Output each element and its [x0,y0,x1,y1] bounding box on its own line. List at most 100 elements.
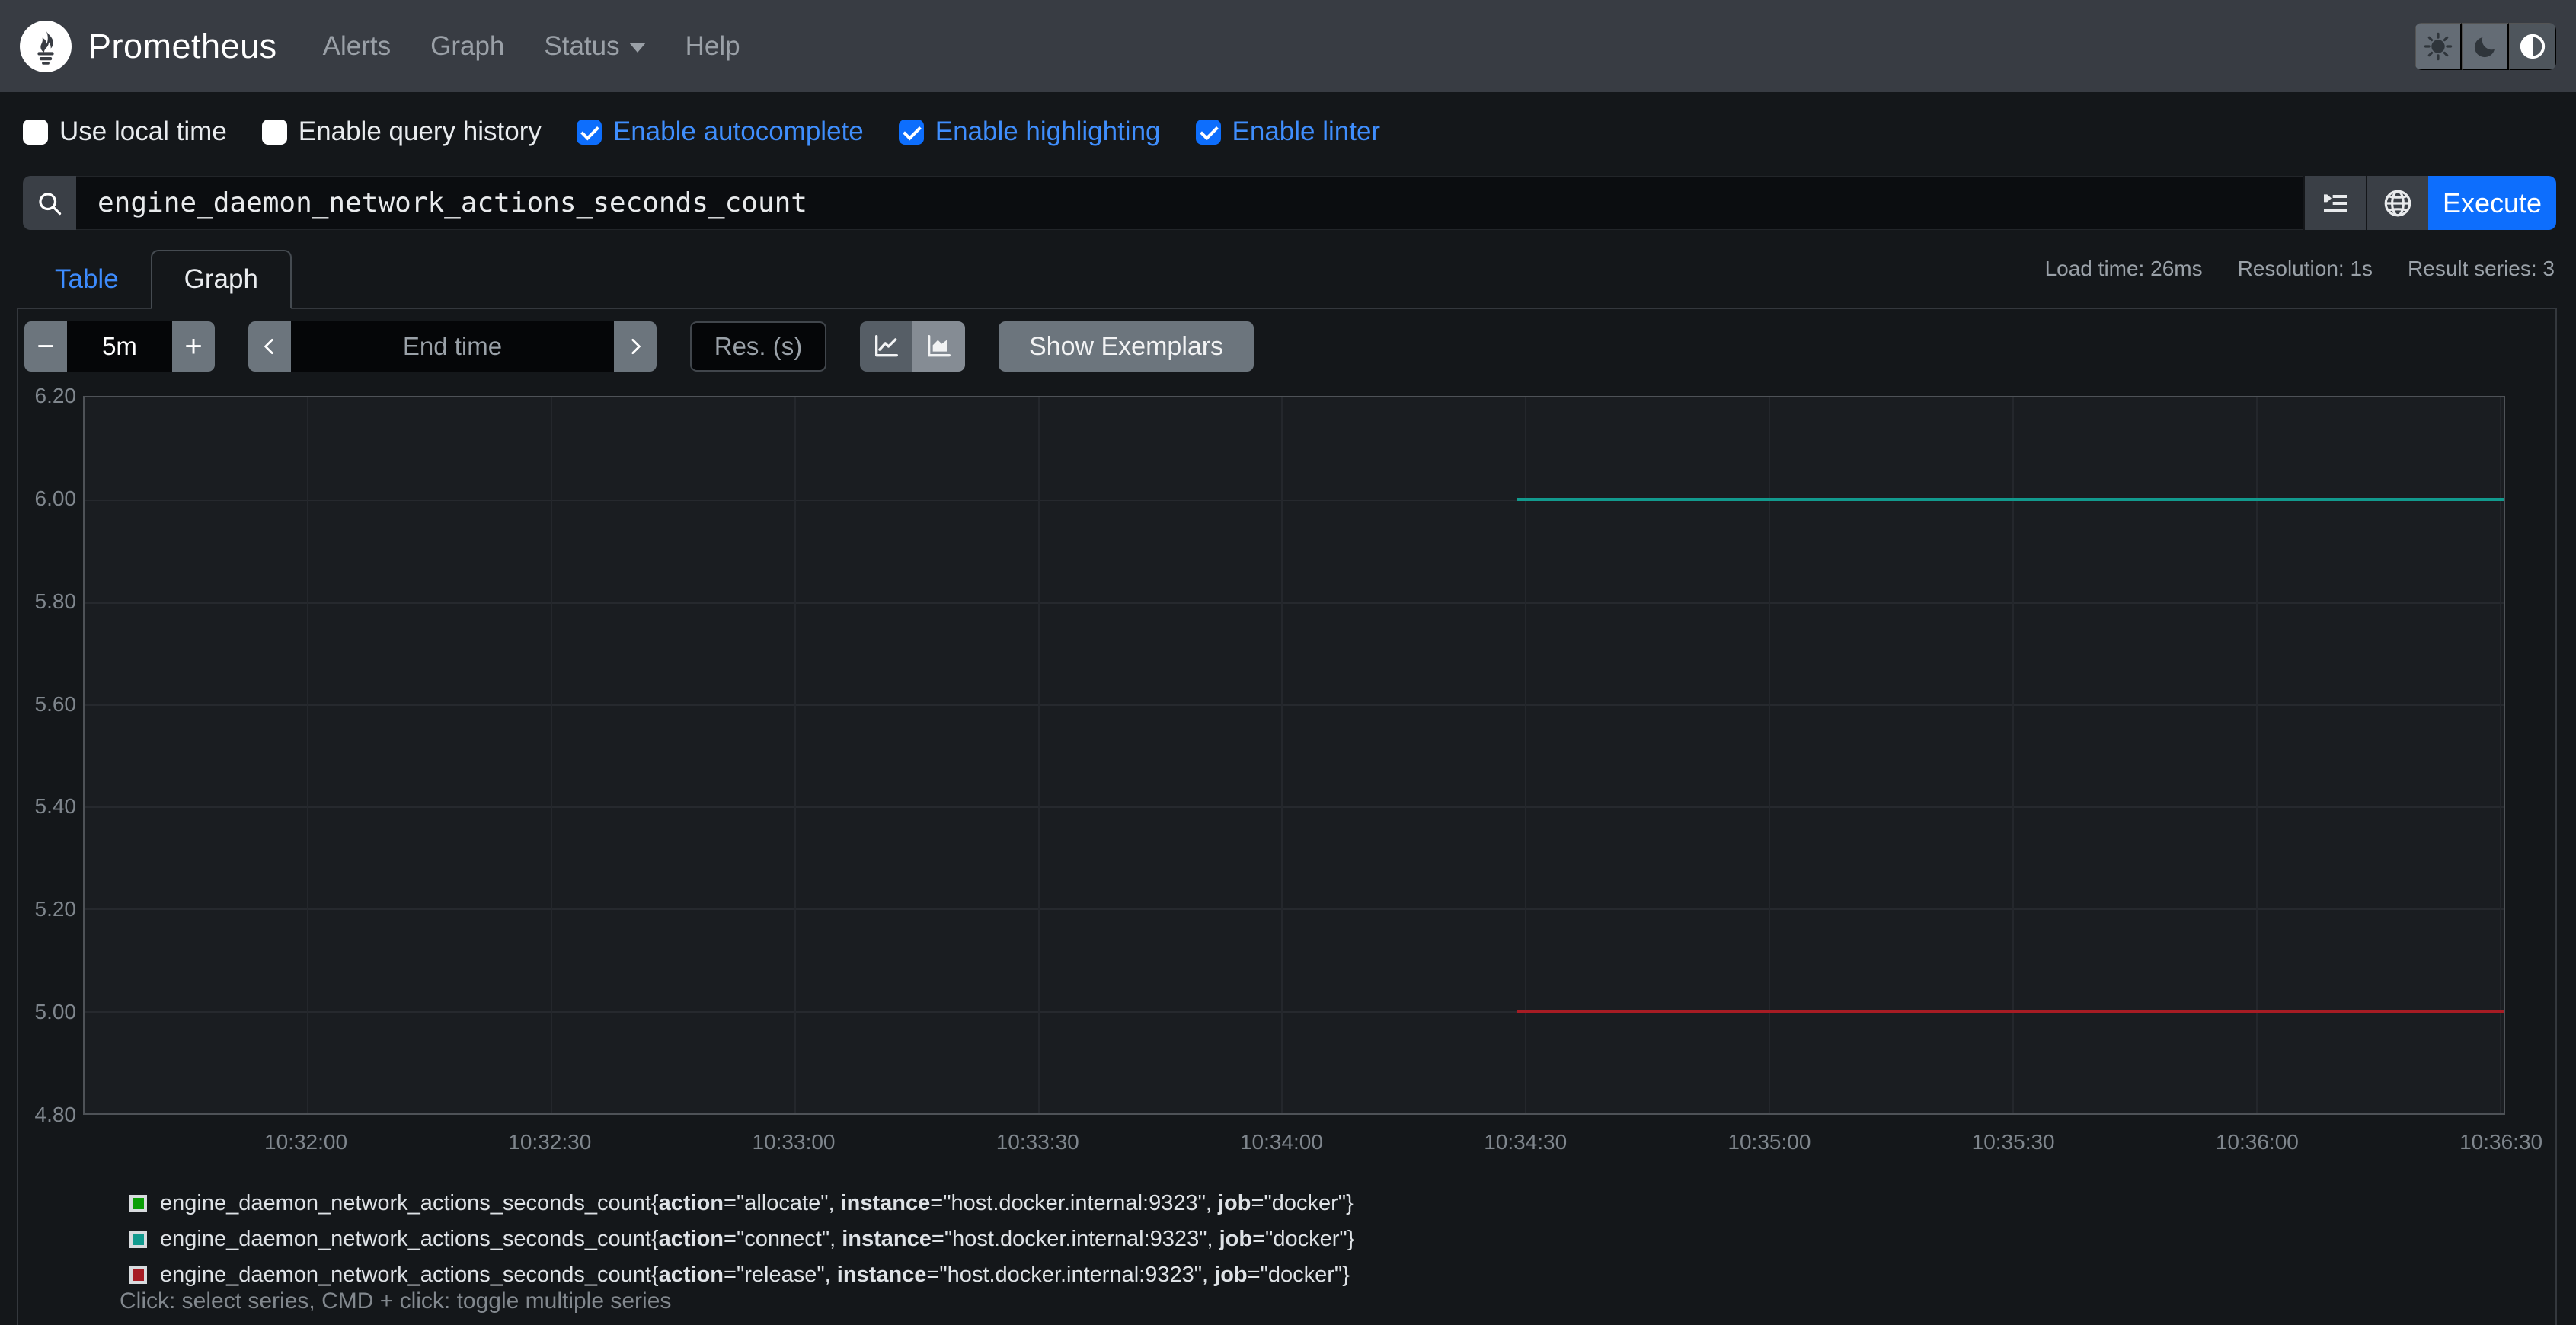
resolution-input[interactable] [690,321,826,372]
theme-toggle-group [2415,22,2556,70]
x-tick-label: 10:34:00 [1239,1130,1323,1154]
range-increase-button[interactable]: + [172,321,215,372]
metrics-explorer-button[interactable] [2303,176,2366,230]
legend-item-release[interactable]: engine_daemon_network_actions_seconds_co… [129,1263,1354,1288]
grid-line-vertical [794,398,796,1113]
chart-plot-area[interactable] [83,396,2505,1115]
globe-icon [2384,190,2411,216]
checkbox-icon [1195,119,1221,145]
load-time: Load time: 26ms [2044,257,2203,280]
range-input[interactable] [67,321,172,372]
checkbox-icon [23,119,48,145]
checkbox-enable-query-history[interactable]: Enable query history [261,117,542,147]
line-chart-icon [874,335,898,357]
range-control: − + [24,321,215,372]
y-tick-label: 4.80 [34,1103,77,1126]
checkbox-enable-autocomplete[interactable]: Enable autocomplete [576,117,864,147]
query-bar: Execute [23,176,2556,230]
app-title: Prometheus [88,26,277,65]
grid-line-horizontal [85,602,2504,604]
y-tick-label: 5.20 [34,897,77,921]
resolution: Resolution: 1s [2237,257,2373,280]
prometheus-logo-icon[interactable] [20,20,72,72]
stacked-chart-button[interactable] [912,321,965,372]
light-theme-button[interactable] [2415,22,2462,70]
x-tick-label: 10:33:00 [752,1130,836,1154]
legend-hint: Click: select series, CMD + click: toggl… [120,1288,672,1314]
legend-item-connect[interactable]: engine_daemon_network_actions_seconds_co… [129,1227,1354,1252]
chevron-left-icon [264,338,273,355]
grid-line-vertical [1769,398,1771,1113]
x-tick-label: 10:32:00 [264,1130,348,1154]
y-tick-label: 5.00 [34,1000,77,1024]
stacked-chart-icon [927,335,951,357]
grid-line-vertical [2499,398,2501,1113]
endtime-control [248,321,657,372]
query-input[interactable] [76,176,2303,230]
x-tick-label: 10:32:30 [508,1130,592,1154]
navbar: Prometheus Alerts Graph Status Help [0,0,2576,92]
graph-panel: − + [17,308,2557,1325]
query-stats: Load time: 26ms Resolution: 1s Result se… [2045,257,2555,281]
nav-links: Alerts Graph Status Help [323,31,740,62]
grid-line-vertical [1281,398,1283,1113]
nav-item-status[interactable]: Status [544,31,646,62]
local-time-globe-button[interactable] [2366,176,2428,230]
y-tick-label: 5.40 [34,794,77,819]
y-tick-label: 5.80 [34,589,77,613]
checkbox-icon [576,119,602,145]
grid-line-vertical [1525,398,1527,1113]
series-line-connect [1517,498,2504,502]
y-tick-label: 6.20 [34,384,77,407]
nav-item-alerts[interactable]: Alerts [323,31,391,62]
moon-icon [2474,37,2495,57]
legend-item-allocate[interactable]: engine_daemon_network_actions_seconds_co… [129,1191,1354,1216]
sun-icon [2424,32,2453,60]
legend-swatch-icon [129,1231,147,1248]
x-tick-label: 10:33:30 [996,1130,1079,1154]
result-tabs: Table Graph [23,250,292,309]
grid-line-horizontal [85,704,2504,706]
x-tick-label: 10:35:00 [1727,1130,1811,1154]
checkbox-enable-linter[interactable]: Enable linter [1195,117,1380,147]
y-tick-label: 5.60 [34,691,77,716]
x-tick-label: 10:36:00 [2215,1130,2299,1154]
grid-line-horizontal [85,806,2504,809]
tab-table[interactable]: Table [23,250,151,309]
grid-line-vertical [2012,398,2014,1113]
show-exemplars-button[interactable]: Show Exemplars [999,321,1254,372]
chevron-down-icon [628,43,646,53]
half-circle-icon [2520,34,2546,59]
nav-item-graph[interactable]: Graph [430,31,504,62]
legend-series-label: engine_daemon_network_actions_seconds_co… [160,1263,1350,1287]
y-tick-label: 6.00 [34,486,77,510]
checkbox-icon [261,119,287,145]
search-icon [39,192,62,215]
result-series: Result series: 3 [2408,257,2555,280]
time-back-button[interactable] [248,321,291,372]
metrics-explorer-icon [2324,193,2347,212]
legend-series-label: engine_daemon_network_actions_seconds_co… [160,1191,1354,1215]
checkbox-enable-highlighting[interactable]: Enable highlighting [898,117,1161,147]
time-forward-button[interactable] [614,321,657,372]
x-tick-label: 10:35:30 [1971,1130,2055,1154]
execute-button[interactable]: Execute [2428,176,2556,230]
grid-line-vertical [307,398,309,1113]
end-time-input[interactable] [291,321,614,372]
line-chart-button[interactable] [860,321,912,372]
grid-line-vertical [551,398,552,1113]
grid-line-vertical [2255,398,2258,1113]
chart-type-toggle [860,321,965,372]
checkbox-use-local-time[interactable]: Use local time [23,117,227,147]
range-decrease-button[interactable]: − [24,321,67,372]
x-tick-label: 10:34:30 [1484,1130,1568,1154]
tab-graph[interactable]: Graph [150,250,292,309]
chart-legend: engine_daemon_network_actions_seconds_co… [129,1191,1354,1298]
auto-theme-button[interactable] [2509,22,2556,70]
nav-item-help[interactable]: Help [686,31,740,62]
legend-swatch-icon [129,1195,147,1212]
x-tick-label: 10:36:30 [2459,1130,2543,1154]
dark-theme-button[interactable] [2462,22,2509,70]
series-line-release [1517,1009,2504,1013]
chevron-right-icon [631,338,641,355]
